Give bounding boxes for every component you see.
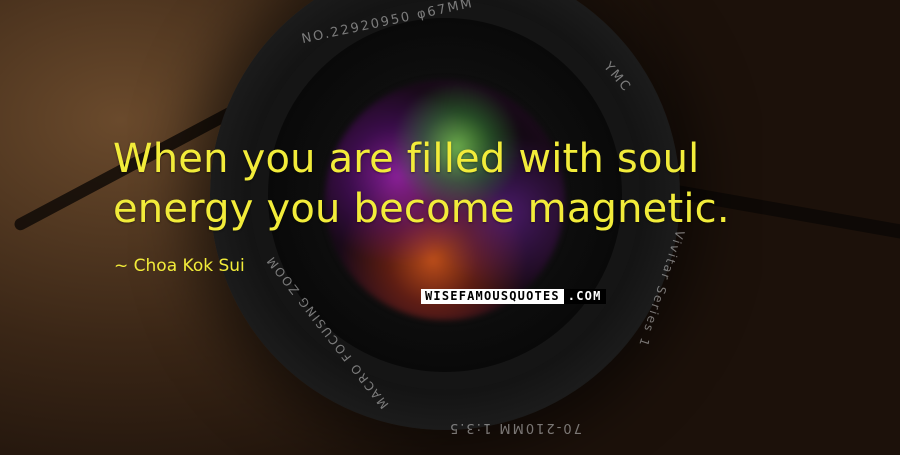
- watermark-part-2: .COM: [563, 289, 606, 304]
- watermark-part-1: WISEFAMOUSQUOTES: [421, 289, 564, 304]
- quote-image: NO.22920950 φ67MM YMC Vivitar Series 1 M…: [0, 0, 900, 455]
- watermark-logo: WISEFAMOUSQUOTES .COM: [421, 289, 606, 304]
- quote-line-2: energy you become magnetic.: [113, 186, 730, 232]
- lens-marking-zoom: 70-210MM 1:3.5: [448, 420, 582, 435]
- quote-author: ~ Choa Kok Sui: [114, 256, 245, 276]
- quote-text: When you are filled with soul energy you…: [113, 134, 833, 234]
- quote-line-1: When you are filled with soul: [113, 136, 700, 182]
